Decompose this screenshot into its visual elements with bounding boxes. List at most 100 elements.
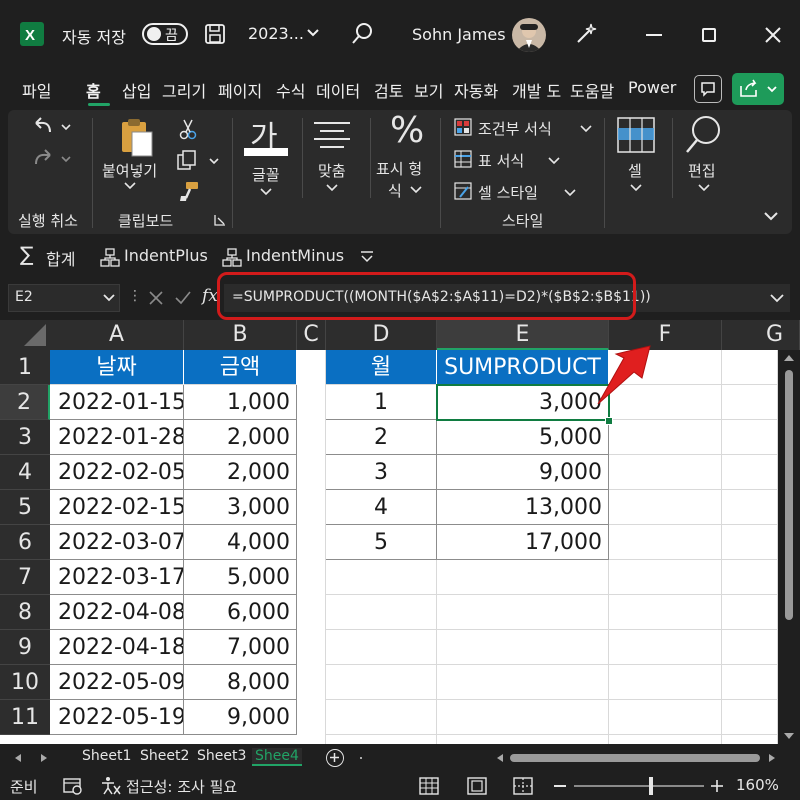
- save-icon[interactable]: [204, 23, 226, 45]
- table-cell-month[interactable]: 2: [326, 420, 437, 455]
- conditional-format-button[interactable]: 조건부 서식: [478, 118, 552, 139]
- zoom-out-button[interactable]: [554, 785, 566, 787]
- table-cell-date[interactable]: 2022-01-15: [50, 385, 184, 420]
- align-label[interactable]: 맞춤: [318, 160, 346, 181]
- sheet-tab-3[interactable]: Sheet3: [197, 748, 246, 764]
- tab-data[interactable]: 데이터: [316, 78, 360, 102]
- table-cell-amount[interactable]: 9,000: [184, 700, 297, 735]
- zoom-slider-thumb[interactable]: [649, 777, 653, 795]
- tab-power[interactable]: Power: [628, 78, 676, 97]
- page-break-view-icon[interactable]: [512, 776, 534, 796]
- tab-insert[interactable]: 삽입: [122, 78, 151, 102]
- row-header[interactable]: 11: [0, 700, 50, 735]
- header-month[interactable]: 월: [326, 350, 437, 385]
- tab-formulas[interactable]: 수식: [276, 78, 305, 102]
- accessibility-status[interactable]: 접근성: 조사 필요: [126, 776, 237, 797]
- column-header-c[interactable]: C: [297, 320, 326, 350]
- number-format-label-2[interactable]: 식: [388, 180, 402, 201]
- align-icon[interactable]: [312, 120, 352, 148]
- table-cell-date[interactable]: 2022-02-15: [50, 490, 184, 525]
- redo-icon[interactable]: [32, 148, 74, 170]
- tab-file[interactable]: 파일: [22, 78, 51, 102]
- tab-home[interactable]: 홈: [86, 78, 101, 102]
- tab-review[interactable]: 검토: [374, 78, 403, 102]
- cells-label[interactable]: 셀: [628, 160, 642, 181]
- indent-plus-button[interactable]: IndentPlus: [124, 246, 208, 265]
- chevron-down-icon[interactable]: [698, 184, 710, 192]
- table-cell-date[interactable]: 2022-04-18: [50, 630, 184, 665]
- search-icon[interactable]: [350, 22, 374, 46]
- scroll-up-icon[interactable]: [783, 354, 795, 362]
- column-header-d[interactable]: D: [326, 320, 437, 350]
- chevron-down-icon[interactable]: [410, 186, 422, 194]
- collapse-ribbon-icon[interactable]: [764, 212, 778, 222]
- row-header[interactable]: 3: [0, 420, 50, 455]
- scroll-sheets-right-icon[interactable]: [40, 753, 48, 763]
- row-header[interactable]: 4: [0, 455, 50, 490]
- tab-automate[interactable]: 자동화: [454, 78, 498, 102]
- magic-wand-icon[interactable]: [574, 22, 598, 46]
- normal-view-icon[interactable]: [418, 776, 440, 796]
- tab-help[interactable]: 도움말: [570, 78, 614, 102]
- chevron-down-icon[interactable]: [326, 184, 338, 192]
- row-header[interactable]: 1: [0, 350, 50, 385]
- tab-page-layout[interactable]: 페이지: [218, 78, 262, 102]
- table-cell-date[interactable]: 2022-05-09: [50, 665, 184, 700]
- tab-split-handle[interactable]: [360, 757, 362, 759]
- scroll-left-icon[interactable]: [496, 753, 504, 763]
- column-header-g[interactable]: G: [722, 320, 800, 350]
- zoom-level[interactable]: 160%: [736, 776, 779, 794]
- row-header[interactable]: 2: [0, 385, 50, 420]
- empty-cells-e[interactable]: [437, 560, 609, 744]
- table-cell-date[interactable]: 2022-03-07: [50, 525, 184, 560]
- table-cell-month[interactable]: 4: [326, 490, 437, 525]
- name-box[interactable]: E2: [8, 284, 120, 312]
- accessibility-icon[interactable]: [100, 776, 122, 796]
- scroll-sheets-left-icon[interactable]: [14, 753, 22, 763]
- fill-handle[interactable]: [605, 417, 613, 425]
- table-cell-date[interactable]: 2022-04-08: [50, 595, 184, 630]
- chevron-down-icon[interactable]: [564, 189, 576, 197]
- scroll-right-icon[interactable]: [768, 753, 776, 763]
- chevron-down-icon[interactable]: [124, 182, 136, 190]
- autosave-toggle[interactable]: 끔: [142, 23, 188, 45]
- customize-toolbar-icon[interactable]: [360, 250, 374, 264]
- undo-icon[interactable]: [32, 116, 74, 138]
- table-cell-month[interactable]: 1: [326, 385, 437, 420]
- sheet-tab-4[interactable]: Shee4: [252, 748, 302, 766]
- macro-record-icon[interactable]: [62, 776, 84, 796]
- chevron-down-icon[interactable]: [580, 125, 592, 133]
- scroll-down-icon[interactable]: [783, 732, 795, 740]
- scrollbar-thumb[interactable]: [785, 370, 793, 620]
- close-icon[interactable]: [764, 26, 782, 44]
- autosum-button[interactable]: 합계: [46, 246, 75, 270]
- insert-function-button[interactable]: fx: [202, 286, 218, 306]
- table-cell-amount[interactable]: 7,000: [184, 630, 297, 665]
- table-cell-date[interactable]: 2022-01-28: [50, 420, 184, 455]
- cut-icon[interactable]: [178, 118, 198, 140]
- more-options-icon[interactable]: ⋮: [128, 288, 142, 304]
- column-c-cells[interactable]: [297, 350, 326, 744]
- minimize-icon[interactable]: [646, 34, 662, 36]
- expand-formula-icon[interactable]: [770, 294, 784, 304]
- table-cell-amount[interactable]: 8,000: [184, 665, 297, 700]
- table-cell-date[interactable]: 2022-02-05: [50, 455, 184, 490]
- table-cell-amount[interactable]: 1,000: [184, 385, 297, 420]
- maximize-icon[interactable]: [702, 28, 716, 42]
- header-date[interactable]: 날짜: [50, 350, 184, 385]
- column-header-e[interactable]: E: [437, 320, 609, 350]
- cells-icon[interactable]: [616, 116, 656, 154]
- table-cell-amount[interactable]: 3,000: [184, 490, 297, 525]
- row-header[interactable]: 10: [0, 665, 50, 700]
- empty-cells-d[interactable]: [326, 560, 437, 744]
- table-cell-sum[interactable]: 13,000: [437, 490, 609, 525]
- column-header-a[interactable]: A: [50, 320, 184, 350]
- table-cell-sum[interactable]: 9,000: [437, 455, 609, 490]
- user-name[interactable]: Sohn James: [412, 25, 506, 44]
- header-amount[interactable]: 금액: [184, 350, 297, 385]
- table-format-button[interactable]: 표 서식: [478, 150, 524, 171]
- table-cell-sum[interactable]: 5,000: [437, 420, 609, 455]
- zoom-in-button[interactable]: [710, 779, 724, 793]
- vertical-scrollbar[interactable]: [778, 350, 800, 744]
- table-cell-sum[interactable]: 17,000: [437, 525, 609, 560]
